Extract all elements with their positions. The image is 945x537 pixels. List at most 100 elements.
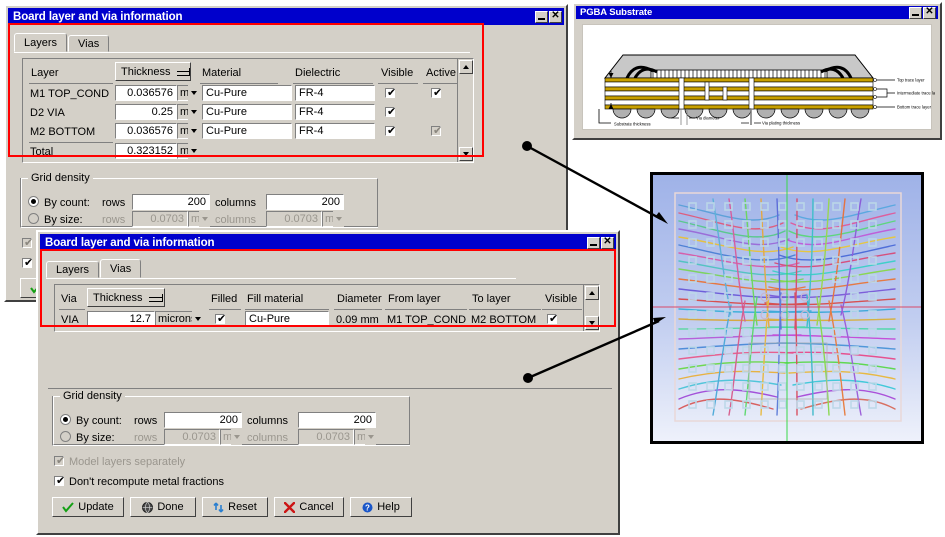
minimize-icon[interactable]: [535, 10, 548, 23]
dielectric-input-row2[interactable]: FR-4: [295, 104, 375, 120]
dont-recompute-checkbox[interactable]: ✔: [54, 475, 65, 486]
tab-layers[interactable]: Layers: [14, 33, 68, 52]
by-size-label: By size:: [76, 432, 115, 444]
scroll-down-button[interactable]: [585, 316, 599, 330]
thickness-input-row1[interactable]: 0.036576: [115, 85, 177, 101]
fill-material-input[interactable]: Cu-Pure: [245, 311, 329, 327]
pgba-titlebar[interactable]: PGBA Substrate ✕: [576, 6, 938, 19]
scroll-down-button[interactable]: [459, 147, 473, 161]
label-via-diameter: Via diameter: [696, 116, 720, 121]
scroll-up-button[interactable]: [459, 60, 473, 74]
unit-dropdown-row2[interactable]: [188, 104, 200, 120]
material-input-row3[interactable]: Cu-Pure: [202, 123, 292, 139]
columns-count-input[interactable]: 200: [266, 194, 344, 210]
update-button[interactable]: Update: [52, 497, 124, 517]
rows-size-label: rows: [134, 432, 158, 444]
close-icon[interactable]: ✕: [549, 10, 562, 23]
layers-scrollbar[interactable]: [457, 59, 473, 162]
columns-size-label: columns: [247, 432, 288, 444]
material-input-row1[interactable]: Cu-Pure: [202, 85, 292, 101]
tab-vias[interactable]: Vias: [100, 259, 142, 278]
col-header-active: Active: [426, 67, 456, 79]
dialog2-tabstrip: Layers Vias: [46, 259, 142, 278]
done-button[interactable]: Done: [130, 497, 196, 517]
by-count-radio[interactable]: [60, 414, 71, 425]
reset-button[interactable]: Reset: [202, 497, 268, 517]
pcb-layout-view[interactable]: [650, 172, 924, 444]
label-bottom-trace-layer: Bottom trace layer: [897, 105, 932, 110]
filled-checkbox[interactable]: ✔: [215, 313, 226, 324]
close-icon[interactable]: ✕: [923, 6, 936, 19]
col-header-diameter: Diameter: [337, 293, 382, 305]
minimize-icon[interactable]: [587, 236, 600, 249]
dialog2-titlebar[interactable]: Board layer and via information ✕: [40, 234, 616, 251]
by-size-radio[interactable]: [60, 431, 71, 442]
col-header-dielectric: Dielectric: [295, 67, 341, 79]
via-thickness-input[interactable]: 12.7: [87, 311, 155, 327]
by-count-radio[interactable]: [28, 196, 39, 207]
vias-table: Via Thickness Filled Fill material Diame…: [54, 284, 600, 332]
by-size-radio[interactable]: [28, 213, 39, 224]
total-thickness-input[interactable]: 0.323152: [115, 143, 177, 159]
thickness-header-button[interactable]: Thickness: [87, 288, 165, 307]
pgba-titlebar-buttons: ✕: [909, 6, 936, 19]
pgba-title: PGBA Substrate: [580, 7, 653, 18]
cancel-button[interactable]: Cancel: [274, 497, 344, 517]
thickness-input-row2[interactable]: 0.25: [115, 104, 177, 120]
tab-underline: [46, 278, 516, 279]
dialog1-titlebar-buttons: ✕: [535, 10, 562, 23]
visible-checkbox-row1[interactable]: ✔: [385, 87, 396, 98]
tab-vias-label: Vias: [78, 37, 100, 50]
columns-label: columns: [247, 415, 288, 427]
columns-label: columns: [215, 197, 256, 209]
dropdown-handle-icon: [176, 67, 190, 76]
dialog1-titlebar[interactable]: Board layer and via information ✕: [8, 8, 564, 25]
tab-vias[interactable]: Vias: [68, 35, 110, 52]
rows-size-input: 0.0703: [164, 429, 220, 445]
by-count-label: By count:: [76, 415, 122, 427]
thickness-input-row3[interactable]: 0.036576: [115, 123, 177, 139]
close-icon[interactable]: ✕: [601, 236, 614, 249]
columns-count-input[interactable]: 200: [298, 412, 376, 428]
dielectric-input-row1[interactable]: FR-4: [295, 85, 375, 101]
model-layers-checkbox: ✔: [22, 236, 34, 249]
rows-label: rows: [102, 197, 126, 209]
unit-dropdown-row1[interactable]: [188, 85, 200, 101]
tab-layers[interactable]: Layers: [46, 261, 100, 278]
rows-count-input[interactable]: 200: [132, 194, 210, 210]
rows-count-input[interactable]: 200: [164, 412, 242, 428]
via-unit-dropdown[interactable]: [192, 311, 203, 327]
col-header-material: Material: [202, 67, 242, 79]
pgba-substrate-window: PGBA Substrate ✕ Substrate thickness Via…: [572, 2, 942, 140]
cell-via-name: VIA: [61, 314, 79, 326]
columns-size-label: columns: [215, 214, 256, 226]
dielectric-input-row3[interactable]: FR-4: [295, 123, 375, 139]
total-unit-dropdown[interactable]: [188, 143, 200, 159]
col-header-thickness: Thickness: [93, 291, 143, 304]
rows-size-unit-dropdown: [231, 429, 242, 445]
col-header-thickness: Thickness: [121, 65, 171, 78]
board-layer-dialog-2: Board layer and via information ✕ Layers…: [36, 230, 620, 535]
vias-scrollbar[interactable]: [583, 285, 599, 331]
active-checkbox-row1[interactable]: ✔: [431, 87, 442, 98]
dialog2-title: Board layer and via information: [45, 236, 215, 249]
help-button[interactable]: ? Help: [350, 497, 412, 517]
svg-text:?: ?: [365, 503, 370, 512]
thickness-header-button[interactable]: Thickness: [115, 62, 191, 81]
model-layers-label: Model layers separately: [69, 456, 186, 468]
material-input-row2[interactable]: Cu-Pure: [202, 104, 292, 120]
minimize-icon[interactable]: [909, 6, 922, 19]
cell-diameter: 0.09 mm: [336, 314, 379, 326]
col-header-from-layer: From layer: [388, 293, 441, 305]
columns-size-input: 0.0703: [266, 211, 322, 227]
dont-recompute-checkbox[interactable]: ✔: [22, 257, 33, 268]
visible-checkbox-row3[interactable]: ✔: [385, 125, 396, 136]
scroll-up-button[interactable]: [585, 286, 599, 300]
unit-dropdown-row3[interactable]: [188, 123, 200, 139]
via-visible-checkbox[interactable]: ✔: [547, 313, 558, 324]
visible-checkbox-row2[interactable]: ✔: [385, 106, 396, 117]
dropdown-handle-icon: [148, 293, 163, 302]
col-header-visible: Visible: [545, 293, 578, 305]
grid-density-legend: Grid density: [28, 172, 93, 184]
by-count-label: By count:: [44, 197, 90, 209]
